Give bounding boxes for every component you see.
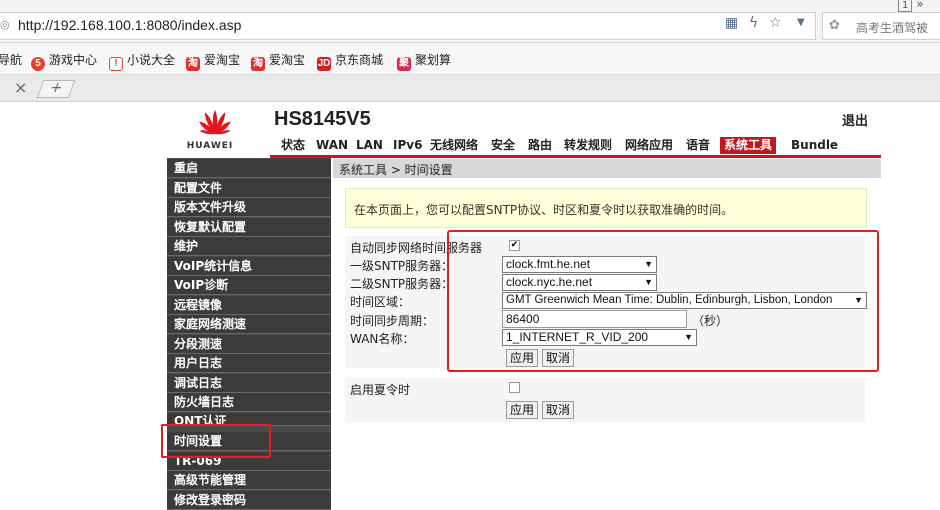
star-icon[interactable]: ☆ [769, 15, 782, 31]
new-tab-button[interactable]: + [36, 80, 76, 98]
taobao-icon: 淘 [251, 57, 265, 71]
window-badge-count: 1 [898, 0, 913, 12]
bookmark-novels[interactable]: ! 小说大全 [109, 51, 175, 71]
sidebar-item-debug-log[interactable]: 调试日志 [167, 374, 331, 393]
page-icon: ◎ [0, 18, 10, 31]
dst-form [345, 378, 865, 422]
dst-apply-button[interactable]: 应用 [506, 401, 539, 419]
tab-strip: × + [0, 75, 940, 102]
bookmark-games[interactable]: 5 游戏中心 [31, 51, 97, 71]
sidebar-item-config-file[interactable]: 配置文件 [167, 179, 331, 198]
sidebar-item-voip-stats[interactable]: VoIP统计信息 [167, 257, 331, 276]
double-chevron-icon[interactable]: » [916, 0, 923, 11]
sidebar-item-home-speedtest[interactable]: 家庭网络测速 [167, 315, 331, 334]
nav-system-tools[interactable]: 系统工具 [720, 137, 777, 154]
nav-status[interactable]: 状态 [281, 137, 305, 154]
sidebar-item-user-log[interactable]: 用户日志 [167, 354, 331, 373]
sntp1-label: 一级SNTP服务器： [350, 259, 454, 273]
bookmark-juhuasuan[interactable]: 聚聚划算 [397, 51, 451, 71]
nav-route[interactable]: 路由 [528, 137, 552, 154]
nav-wireless[interactable]: 无线网络 [430, 137, 478, 154]
nav-wan[interactable]: WAN [316, 137, 348, 154]
dst-label: 启用夏令时 [350, 383, 411, 397]
nav-bundle[interactable]: Bundle [791, 137, 838, 154]
sidebar-item-segment-speedtest[interactable]: 分段测速 [167, 335, 331, 354]
address-tools: ▦ ϟ ☆ ▼ [725, 15, 815, 37]
jd-icon: JD [317, 57, 331, 71]
nav-security[interactable]: 安全 [491, 137, 515, 154]
nav-lan[interactable]: LAN [356, 137, 383, 154]
sidebar-item-restore-default[interactable]: 恢复默认配置 [167, 218, 331, 237]
brand-text: HUAWEI [186, 141, 234, 151]
sidebar-item-maintenance[interactable]: 维护 [167, 237, 331, 256]
sidebar-item-change-password[interactable]: 修改登录密码 [167, 491, 331, 510]
annotation-highlight-form [447, 230, 879, 372]
timezone-label: 时间区域： [350, 295, 411, 309]
nav-forwarding[interactable]: 转发规则 [564, 137, 612, 154]
search-placeholder[interactable]: 高考生酒驾被 [856, 19, 928, 36]
taobao-icon: 淘 [186, 57, 200, 71]
dst-cancel-button[interactable]: 取消 [542, 401, 575, 419]
bookmark-taobao-2[interactable]: 淘爱淘宝 [251, 51, 305, 71]
dst-checkbox[interactable] [509, 382, 520, 393]
sync-period-label: 时间同步周期： [350, 314, 435, 328]
novel-icon: ! [109, 57, 123, 71]
wan-label: WAN名称： [350, 332, 415, 346]
bookmark-label: 京东商城 [335, 53, 384, 67]
window-badge[interactable]: 1 » [898, 0, 924, 12]
qr-code-icon[interactable]: ▦ [725, 15, 738, 31]
logout-link[interactable]: 退出 [842, 110, 868, 129]
search-engine-icon[interactable]: ✿ [829, 18, 840, 33]
huawei-logo: HUAWEI [167, 104, 263, 154]
bookmark-label: 小说大全 [127, 53, 176, 67]
nav-network-apps[interactable]: 网络应用 [625, 137, 673, 154]
bookmark-jd[interactable]: JD 京东商城 [317, 51, 383, 71]
nav-ipv6[interactable]: IPv6 [393, 137, 422, 154]
sidebar-item-voip-diagnosis[interactable]: VoIP诊断 [167, 276, 331, 295]
chevron-down-icon[interactable]: ▼ [797, 17, 805, 28]
nav-voice[interactable]: 语音 [686, 137, 710, 154]
bookmark-label: 游戏中心 [49, 53, 98, 67]
info-text: 在本页面上，您可以配置SNTP协议、时区和夏令时以获取准确的时间。 [354, 203, 734, 217]
sidebar-item-reboot[interactable]: 重启 [167, 159, 331, 178]
juhuasuan-icon: 聚 [397, 57, 411, 71]
url-text[interactable]: http://192.168.100.1:8080/index.asp [18, 17, 241, 33]
sidebar-item-energy-saving[interactable]: 高级节能管理 [167, 471, 331, 490]
bookmark-bar: 导航 5 游戏中心 ! 小说大全 淘爱淘宝 淘爱淘宝 JD 京东商城 聚聚划算 [0, 43, 940, 75]
bookmark-label: 导航 [0, 53, 23, 67]
sidebar-item-remote-mirror[interactable]: 远程镜像 [167, 296, 331, 315]
bookmark-label: 爱淘宝 [204, 53, 241, 67]
model-title: HS8145V5 [274, 108, 371, 130]
bookmark-taobao-1[interactable]: 淘爱淘宝 [186, 51, 240, 71]
breadcrumb: 系统工具 > 时间设置 [339, 163, 453, 177]
annotation-highlight-sidebar [161, 424, 271, 458]
bookmark-label: 聚划算 [415, 53, 452, 67]
game-center-icon: 5 [31, 57, 45, 71]
sidebar-item-firmware-upgrade[interactable]: 版本文件升级 [167, 198, 331, 217]
sidebar-item-firewall-log[interactable]: 防火墙日志 [167, 393, 331, 412]
sntp2-label: 二级SNTP服务器： [350, 277, 454, 291]
bookmark-label: 爱淘宝 [269, 53, 306, 67]
lightning-icon[interactable]: ϟ [749, 15, 758, 31]
bookmark-nav[interactable]: 导航 [0, 51, 22, 68]
close-tab-icon[interactable]: × [14, 78, 27, 97]
